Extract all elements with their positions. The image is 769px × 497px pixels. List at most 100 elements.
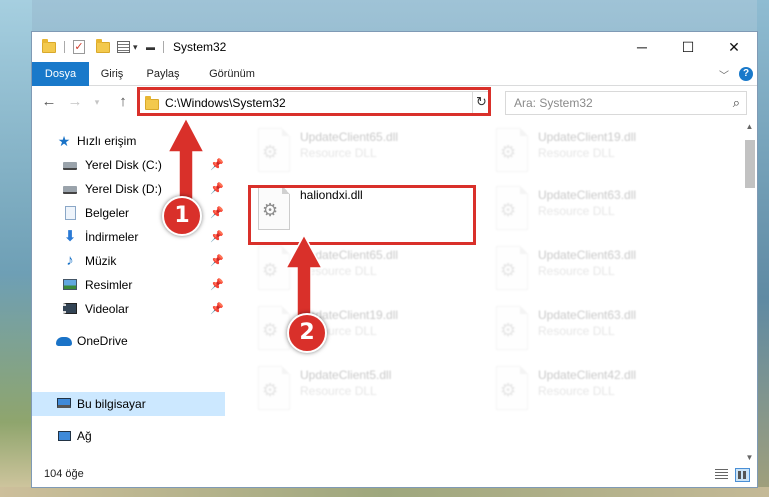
file-item[interactable]: ⚙ UpdateClient19.dll Resource DLL xyxy=(492,126,722,180)
file-highlight xyxy=(248,185,476,245)
file-item[interactable]: ⚙ UpdateClient65.dll Resource DLL xyxy=(254,244,484,298)
file-name: UpdateClient65.dll xyxy=(300,130,399,144)
step-1-badge: 1 xyxy=(162,196,202,236)
sidebar-item-label: Müzik xyxy=(85,254,117,268)
desktop-background-right xyxy=(757,0,769,497)
back-arrow-icon[interactable]: ← xyxy=(40,93,58,110)
file-item[interactable]: ⚙ UpdateClient63.dll Resource DLL xyxy=(492,304,722,358)
pin-icon[interactable]: 📌 xyxy=(210,278,224,291)
customize-toolbar-icon[interactable]: ▬ xyxy=(146,39,155,55)
dll-file-icon: ⚙ xyxy=(254,246,292,294)
sidebar-item-this-pc[interactable]: Bu bilgisayar xyxy=(32,392,225,416)
drive-icon xyxy=(62,181,78,197)
dll-file-icon: ⚙ xyxy=(254,128,292,176)
sidebar-item-label: OneDrive xyxy=(77,334,128,348)
file-name: UpdateClient63.dll xyxy=(538,248,637,262)
file-type: Resource DLL xyxy=(538,384,615,398)
sidebar-item-label: Belgeler xyxy=(85,206,130,220)
toolbar-separator xyxy=(64,41,65,53)
file-item[interactable]: ⚙ UpdateClient5.dll Resource DLL xyxy=(254,364,484,418)
navigation-pane: ★ Hızlı erişim Yerel Disk (C:) 📌 Yerel D… xyxy=(32,120,225,465)
sidebar-item-label: Resimler xyxy=(85,278,133,292)
sidebar-item-label: Yerel Disk (D:) xyxy=(85,182,162,196)
download-icon: ⬇ xyxy=(63,228,77,245)
close-button[interactable]: ✕ xyxy=(711,32,757,62)
sidebar-item-label: Videolar xyxy=(85,302,129,316)
file-name: UpdateClient42.dll xyxy=(538,368,637,382)
file-type: Resource DLL xyxy=(538,324,615,338)
up-arrow-icon[interactable]: ↑ xyxy=(114,93,132,110)
new-folder-icon[interactable] xyxy=(96,38,110,55)
music-icon: ♪ xyxy=(66,252,74,269)
pin-icon[interactable]: 📌 xyxy=(210,206,224,219)
dll-file-icon: ⚙ xyxy=(492,306,530,354)
scroll-thumb[interactable] xyxy=(745,140,755,188)
videos-icon xyxy=(62,301,78,317)
view-options-icon[interactable] xyxy=(117,39,130,55)
sidebar-item-network[interactable]: Ağ xyxy=(32,425,225,447)
sidebar-item-label: Yerel Disk (C:) xyxy=(85,158,162,172)
large-icons-view-icon[interactable] xyxy=(735,468,750,482)
item-count: 104 öğe xyxy=(44,468,84,480)
search-box[interactable]: Ara: System32 ⌕ xyxy=(505,91,747,115)
pin-icon[interactable]: 📌 xyxy=(210,158,224,171)
tab-share[interactable]: Paylaş xyxy=(138,62,188,86)
expand-ribbon-icon[interactable]: ﹀ xyxy=(719,67,729,82)
pictures-icon xyxy=(62,277,78,293)
pin-icon[interactable]: 📌 xyxy=(210,254,224,267)
sidebar-item-pictures[interactable]: Resimler 📌 xyxy=(32,274,225,296)
pin-icon[interactable]: 📌 xyxy=(210,302,224,315)
minimize-button[interactable]: ─ xyxy=(619,32,665,62)
sidebar-item-local-disk-d[interactable]: Yerel Disk (D:) 📌 xyxy=(32,178,225,200)
search-icon[interactable]: ⌕ xyxy=(733,95,740,111)
file-item[interactable]: ⚙ UpdateClient63.dll Resource DLL xyxy=(492,244,722,298)
address-bar-highlight xyxy=(137,87,491,116)
tab-view[interactable]: Görünüm xyxy=(202,62,262,86)
pin-icon[interactable]: 📌 xyxy=(210,182,224,195)
help-icon[interactable]: ? xyxy=(739,67,753,81)
file-name: UpdateClient63.dll xyxy=(538,308,637,322)
drive-icon xyxy=(62,157,78,173)
file-list: ⚙ UpdateClient65.dll Resource DLL ⚙ Upda… xyxy=(228,120,742,465)
tab-home[interactable]: Giriş xyxy=(92,62,132,86)
sidebar-item-quick-access[interactable]: ★ Hızlı erişim xyxy=(32,130,225,152)
sidebar-item-label: İndirmeler xyxy=(85,230,139,244)
file-name: UpdateClient63.dll xyxy=(538,188,637,202)
file-name: UpdateClient5.dll xyxy=(300,368,392,382)
sidebar-item-videos[interactable]: Videolar 📌 xyxy=(32,298,225,320)
file-item[interactable]: ⚙ UpdateClient42.dll Resource DLL xyxy=(492,364,722,418)
sidebar-item-local-disk-c[interactable]: Yerel Disk (C:) 📌 xyxy=(32,154,225,176)
status-bar: 104 öğe xyxy=(32,465,757,487)
search-input[interactable]: Ara: System32 xyxy=(514,96,593,110)
sidebar-item-label: Ağ xyxy=(77,429,92,443)
network-icon xyxy=(56,428,72,444)
vertical-scrollbar[interactable]: ▲ ▼ xyxy=(742,120,757,465)
dll-file-icon: ⚙ xyxy=(492,366,530,414)
dll-file-icon: ⚙ xyxy=(492,186,530,234)
scroll-down-icon[interactable]: ▼ xyxy=(742,451,757,465)
window-title: System32 xyxy=(173,40,227,54)
sidebar-item-onedrive[interactable]: OneDrive xyxy=(32,330,225,352)
sidebar-item-label: Bu bilgisayar xyxy=(77,397,146,411)
dll-file-icon: ⚙ xyxy=(492,128,530,176)
file-type: Resource DLL xyxy=(300,264,377,278)
details-view-icon[interactable] xyxy=(715,469,728,481)
star-icon: ★ xyxy=(57,133,71,149)
file-type: Resource DLL xyxy=(538,264,615,278)
folder-icon xyxy=(42,38,56,55)
maximize-button[interactable]: ☐ xyxy=(665,32,711,62)
file-type: Resource DLL xyxy=(300,146,377,160)
recent-locations-icon[interactable]: ▾ xyxy=(88,97,106,108)
cloud-icon xyxy=(56,333,72,349)
pin-icon[interactable]: 📌 xyxy=(210,230,224,243)
chevron-down-icon[interactable]: ▾ xyxy=(133,39,138,55)
file-item[interactable]: ⚙ UpdateClient65.dll Resource DLL xyxy=(254,126,484,180)
step-2-badge: 2 xyxy=(287,313,327,353)
file-item[interactable]: ⚙ UpdateClient63.dll Resource DLL xyxy=(492,184,722,238)
forward-arrow-icon[interactable]: → xyxy=(66,93,84,110)
sidebar-item-music[interactable]: ♪ Müzik 📌 xyxy=(32,250,225,272)
properties-icon[interactable]: ✓ xyxy=(73,39,85,55)
tab-file[interactable]: Dosya xyxy=(32,62,89,86)
computer-icon xyxy=(56,396,72,412)
scroll-up-icon[interactable]: ▲ xyxy=(742,120,757,134)
